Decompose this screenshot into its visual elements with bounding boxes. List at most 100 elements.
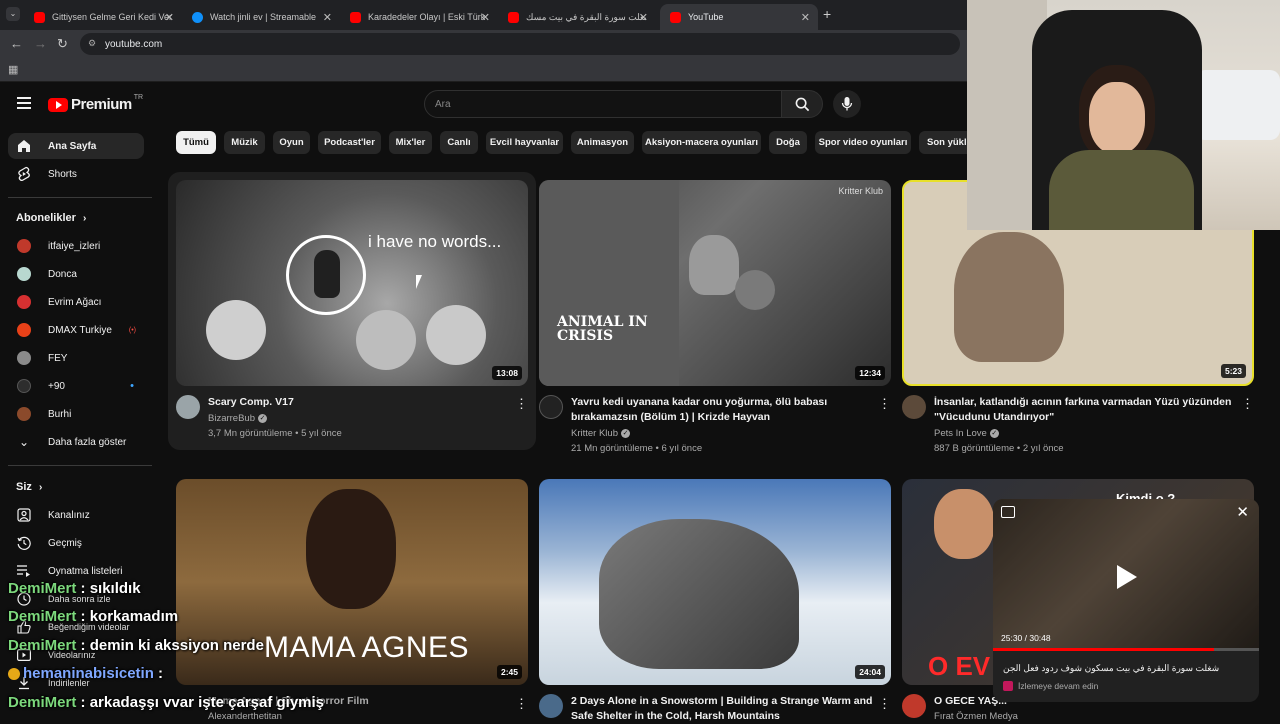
sidebar-sub-evrim-agaci[interactable]: Evrim Ağacı	[8, 289, 144, 315]
close-tab-icon[interactable]: ✕	[323, 11, 332, 24]
video-meta: 3,7 Mn görüntüleme • 5 yıl önce	[208, 428, 342, 439]
chip-podcasts[interactable]: Podcast'ler	[318, 131, 381, 154]
video-title-line2[interactable]: Safe Shelter in the Cold, Harsh Mountain…	[571, 709, 780, 724]
channel-avatar[interactable]	[902, 395, 926, 419]
more-options-icon[interactable]: ⋮	[515, 696, 528, 712]
chip-games[interactable]: Oyun	[273, 131, 310, 154]
continue-watching[interactable]: İzlemeye devam edin	[1003, 681, 1098, 691]
search-placeholder: Ara	[435, 99, 451, 110]
apps-grid-icon[interactable]: ▦	[8, 63, 18, 76]
sidebar-item-label: +90	[48, 380, 65, 392]
forward-icon[interactable]: →	[34, 36, 47, 51]
close-tab-icon[interactable]: ✕	[165, 11, 174, 24]
chevron-down-icon: ⌄	[18, 435, 30, 449]
chip-sports-games[interactable]: Spor video oyunları	[815, 131, 911, 154]
video-title[interactable]: 2 Days Alone in a Snowstorm | Building a…	[571, 694, 872, 709]
more-options-icon[interactable]: ⋮	[878, 396, 891, 412]
reload-icon[interactable]: ↻	[57, 36, 68, 52]
tab-5-active[interactable]: YouTube ✕	[660, 4, 818, 30]
chip-music[interactable]: Müzik	[224, 131, 265, 154]
chip-live[interactable]: Canlı	[440, 131, 478, 154]
chat-text: :	[158, 665, 164, 682]
video-title-line2[interactable]: bırakamazsın (Bölüm 1) | Krizde Hayvan	[571, 410, 770, 425]
channel-name[interactable]: Pets In Love ✓	[934, 426, 999, 441]
back-icon[interactable]: ←	[10, 36, 23, 51]
video-title-line2[interactable]: "Vücudunu Utandırıyor"	[934, 410, 1054, 425]
sidebar-sub-dmax[interactable]: DMAX Turkiye (•)	[8, 317, 144, 343]
subscriptions-title: Abonelikler	[16, 212, 76, 224]
sidebar-sub-donca[interactable]: Donca	[8, 261, 144, 287]
video-title[interactable]: İnsanlar, katlandığı acının farkına varm…	[934, 395, 1231, 410]
more-options-icon[interactable]: ⋮	[515, 396, 528, 412]
channel-name[interactable]: Alexanderthetitan	[208, 709, 282, 724]
channel-name[interactable]: Kritter Klub ✓	[571, 426, 630, 441]
chip-nature[interactable]: Doğa	[769, 131, 807, 154]
tab-1[interactable]: Gittiysen Gelme Geri Kedi Versi ✕	[24, 4, 182, 30]
tab-2[interactable]: Watch jinli ev | Streamable ✕	[182, 4, 340, 30]
channel-name[interactable]: Fırat Özmen Medya	[934, 709, 1018, 724]
chip-all[interactable]: Tümü	[176, 131, 216, 154]
sidebar-sub-90[interactable]: +90 •	[8, 373, 144, 399]
more-options-icon[interactable]: ⋮	[1241, 396, 1254, 412]
play-icon[interactable]	[1117, 565, 1137, 589]
tab-list-icon[interactable]: ⌄	[6, 7, 20, 21]
tab-3[interactable]: Karadedeler Olayı | Eski Türk Fi ✕	[340, 4, 498, 30]
playlist-badge-icon	[1003, 681, 1013, 691]
sidebar-item-label: Oynatma listeleri	[48, 565, 123, 577]
video-thumbnail-1[interactable]: i have no words... 13:08	[176, 180, 528, 386]
channel-name[interactable]: BizarreBub ✓	[208, 411, 267, 426]
chip-mixes[interactable]: Mix'ler	[389, 131, 432, 154]
channel-avatar[interactable]	[539, 694, 563, 718]
duration-badge: 2:45	[496, 665, 522, 679]
channel-avatar	[17, 379, 31, 393]
miniplayer-title[interactable]: شغلت سورة البقرة في بيت مسكون شوف ردود ف…	[1003, 663, 1219, 674]
url-field[interactable]: ⚙ youtube.com	[80, 33, 960, 55]
miniplayer[interactable]: ✕ 25:30 / 30:48 شغلت سورة البقرة في بيت …	[993, 499, 1259, 702]
chip-action-adventure[interactable]: Aksiyon-macera oyunları	[642, 131, 761, 154]
sidebar-sub-itfaiye[interactable]: itfaiye_izleri	[8, 233, 144, 259]
tab-4[interactable]: شغلت سورة البقرة في بيت مسك ✕	[498, 4, 656, 30]
search-input[interactable]: Ara	[424, 90, 782, 118]
video-title[interactable]: Scary Comp. V17	[208, 395, 294, 410]
channel-avatar[interactable]	[902, 694, 926, 718]
sidebar-item-channel[interactable]: Kanalınız	[8, 502, 144, 528]
menu-icon[interactable]	[17, 97, 31, 109]
channel-avatar[interactable]	[176, 395, 200, 419]
continue-watching-text: İzlemeye devam edin	[1018, 681, 1099, 691]
chip-pets[interactable]: Evcil hayvanlar	[486, 131, 563, 154]
sidebar-item-shorts[interactable]: Shorts	[8, 161, 144, 187]
verified-icon: ✓	[258, 413, 267, 423]
sidebar-item-home[interactable]: Ana Sayfa	[8, 133, 144, 159]
subscriptions-heading[interactable]: Abonelikler ›	[16, 212, 86, 224]
kitten-shape	[689, 235, 739, 295]
sidebar-item-label: FEY	[48, 352, 68, 364]
close-tab-icon[interactable]: ✕	[801, 11, 810, 24]
channel-avatar	[17, 239, 31, 253]
youtube-premium-logo[interactable]: Premium TR	[48, 94, 143, 113]
doll-shape	[206, 300, 266, 360]
chat-text: : korkamadım	[80, 608, 179, 625]
sidebar-sub-burhi[interactable]: Burhi	[8, 401, 144, 427]
you-heading[interactable]: Siz ›	[16, 481, 42, 493]
chip-recently-uploaded[interactable]: Son yükle	[919, 131, 967, 154]
more-options-icon[interactable]: ⋮	[878, 696, 891, 712]
video-thumbnail-4[interactable]: MAMA AGNES 2:45	[176, 479, 528, 685]
voice-search-button[interactable]	[833, 90, 861, 118]
video-thumbnail-5[interactable]: 24:04	[539, 479, 891, 685]
progress-track[interactable]	[993, 648, 1259, 651]
site-info-icon[interactable]: ⚙	[88, 38, 96, 49]
sidebar-sub-fey[interactable]: FEY	[8, 345, 144, 371]
close-tab-icon[interactable]: ✕	[481, 11, 490, 24]
close-tab-icon[interactable]: ✕	[639, 11, 648, 24]
expand-icon[interactable]	[1001, 506, 1015, 518]
miniplayer-video[interactable]: ✕ 25:30 / 30:48	[993, 499, 1259, 651]
chip-animation[interactable]: Animasyon	[571, 131, 634, 154]
search-button[interactable]	[781, 90, 823, 118]
channel-avatar[interactable]	[539, 395, 563, 419]
sidebar-item-history[interactable]: Geçmiş	[8, 530, 144, 556]
close-icon[interactable]: ✕	[1236, 503, 1249, 521]
show-more-button[interactable]: ⌄ Daha fazla göster	[8, 429, 144, 455]
new-tab-icon[interactable]: +	[823, 6, 831, 22]
video-thumbnail-2[interactable]: ANIMAL IN CRISIS Kritter Klub 12:34	[539, 180, 891, 386]
video-title[interactable]: Yavru kedi uyanana kadar onu yoğurma, öl…	[571, 395, 827, 410]
